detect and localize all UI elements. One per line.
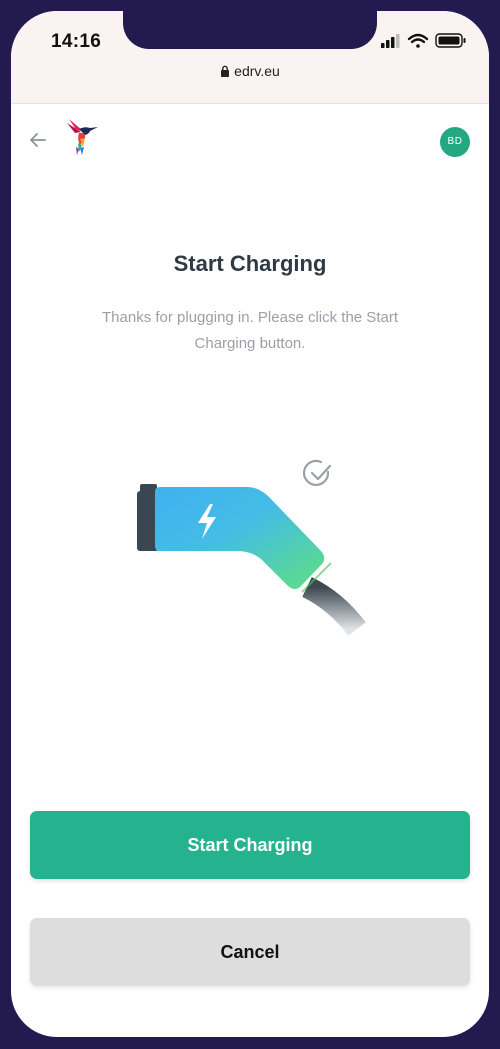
- cancel-button[interactable]: Cancel: [30, 918, 470, 986]
- address-bar[interactable]: edrv.eu: [11, 63, 489, 80]
- check-circle-icon: [302, 459, 332, 487]
- battery-icon: [435, 33, 466, 48]
- app-header: BD: [11, 103, 489, 173]
- back-button[interactable]: [27, 129, 49, 151]
- avatar[interactable]: BD: [440, 127, 470, 157]
- url-text: edrv.eu: [234, 63, 280, 79]
- phone-frame: 14:16 edrv.eu BD Start Charging Thanks f…: [11, 11, 489, 1037]
- plug-body: [155, 487, 325, 589]
- page-title: Start Charging: [173, 251, 327, 276]
- signal-icon: [381, 34, 400, 48]
- status-time: 14:16: [51, 31, 102, 52]
- arrow-left-icon: [30, 133, 46, 147]
- device-notch: [123, 11, 377, 49]
- start-charging-button[interactable]: Start Charging: [30, 811, 470, 879]
- wifi-icon: [407, 33, 429, 48]
- status-icons: [381, 31, 471, 56]
- lock-icon: [220, 64, 230, 80]
- hummingbird-logo: [65, 119, 99, 157]
- charging-plug-illustration: [131, 451, 371, 636]
- page-subtitle: Thanks for plugging in. Please click the…: [102, 309, 398, 352]
